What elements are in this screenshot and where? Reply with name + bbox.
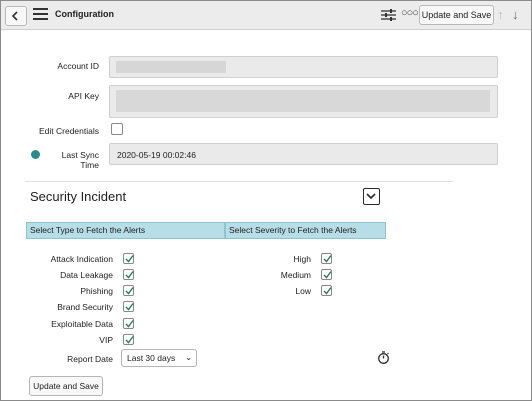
type-header-bar: Select Type to Fetch the Alerts (26, 222, 225, 239)
type-label: Attack Indication (50, 254, 113, 264)
sync-status-icon (31, 150, 40, 159)
type-label: Exploitable Data (51, 319, 113, 329)
api-key-label: API Key (68, 91, 99, 101)
checkmark-icon (323, 255, 332, 263)
edit-credentials-checkbox[interactable] (111, 123, 123, 135)
account-id-field[interactable] (109, 56, 498, 78)
type-label: VIP (99, 335, 113, 345)
timer-icon[interactable] (377, 351, 390, 364)
severity-header-bar: Select Severity to Fetch the Alerts (225, 222, 386, 239)
checkmark-icon (125, 271, 134, 279)
menu-icon[interactable] (33, 8, 48, 21)
checkmark-icon (125, 320, 134, 328)
masked-value (116, 90, 490, 112)
back-button[interactable] (5, 6, 27, 26)
type-checkbox[interactable] (123, 269, 134, 280)
last-sync-value: 2020-05-19 00:02:46 (117, 150, 196, 160)
type-checkbox[interactable] (123, 253, 134, 264)
sliders-icon[interactable] (381, 8, 396, 22)
type-checkbox[interactable] (123, 318, 134, 329)
checkmark-icon (125, 287, 134, 295)
section-divider (25, 181, 453, 182)
severity-label: High (293, 254, 311, 264)
type-label: Brand Security (57, 302, 113, 312)
header-bar: Configuration ○○○ Update and Save ↑ ↓ (1, 1, 531, 30)
arrow-down-icon[interactable]: ↓ (512, 7, 519, 22)
account-id-label: Account ID (57, 61, 99, 71)
report-date-label: Report Date (67, 354, 113, 364)
chevron-down-icon: ⌄ (185, 353, 192, 362)
report-date-select[interactable]: Last 30 days ⌄ (121, 349, 197, 367)
section-title: Security Incident (30, 189, 127, 204)
checkmark-icon (125, 336, 134, 344)
chevron-left-icon (11, 11, 18, 21)
checkmark-icon (125, 303, 134, 311)
api-key-field[interactable] (109, 85, 498, 118)
page-title: Configuration (55, 9, 114, 19)
edit-credentials-label: Edit Credentials (38, 126, 99, 136)
checkmark-icon (323, 271, 332, 279)
chevron-down-icon (366, 193, 376, 200)
update-and-save-button-top[interactable]: Update and Save (419, 5, 494, 25)
collapse-section-button[interactable] (363, 188, 380, 205)
arrow-up-icon[interactable]: ↑ (497, 7, 504, 22)
type-checkbox[interactable] (123, 334, 134, 345)
checkmark-icon (323, 287, 332, 295)
severity-checkbox[interactable] (321, 253, 332, 264)
type-label: Phishing (80, 286, 113, 296)
severity-checkbox[interactable] (321, 269, 332, 280)
severity-label: Low (295, 286, 311, 296)
masked-value (116, 61, 226, 73)
more-options-icon[interactable]: ○○○ (401, 7, 419, 19)
severity-label: Medium (280, 270, 311, 280)
severity-checkbox[interactable] (321, 285, 332, 296)
configuration-window: Configuration ○○○ Update and Save ↑ ↓ Ac… (0, 0, 532, 401)
type-checkbox[interactable] (123, 301, 134, 312)
checkmark-icon (125, 255, 134, 263)
type-checkbox[interactable] (123, 285, 134, 296)
report-date-value: Last 30 days (127, 353, 176, 363)
type-label: Data Leakage (60, 270, 113, 280)
last-sync-label: Last Sync Time (61, 150, 99, 170)
update-and-save-button[interactable]: Update and Save (29, 376, 103, 396)
